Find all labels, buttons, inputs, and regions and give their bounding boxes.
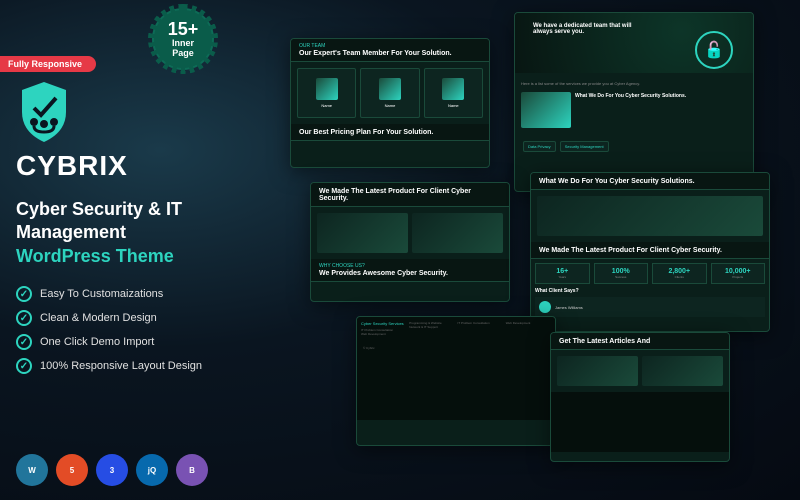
feature-item: Clean & Modern Design <box>16 310 286 326</box>
tagline-line-1: Cyber Security & IT <box>16 199 182 219</box>
section-title: Our Expert's Team Member For Your Soluti… <box>299 50 481 57</box>
testimonial: James Williams <box>535 297 765 317</box>
check-icon <box>16 358 32 374</box>
team-card: Name <box>360 68 419 118</box>
feature-list: Easy To Customaizations Clean & Modern D… <box>16 286 286 374</box>
bootstrap-icon: B <box>176 454 208 486</box>
mockup-area: We have a dedicated team that will alway… <box>290 12 790 492</box>
check-icon <box>16 310 32 326</box>
section-label: Our Team <box>299 43 481 49</box>
stat-box: 2,800+Clients <box>652 263 707 284</box>
hero-title: We have a dedicated team that will alway… <box>525 23 648 35</box>
footer-columns: Cyber Security Services IT Problem Consul… <box>357 317 555 340</box>
check-icon <box>16 286 32 302</box>
brand-name: CYBRIX <box>16 150 128 182</box>
image-placeholder <box>412 213 503 253</box>
tagline: Cyber Security & IT Management WordPress… <box>16 198 286 268</box>
stat-box: 16+Years <box>535 263 590 284</box>
shield-icon <box>16 80 72 146</box>
feature-text: Clean & Modern Design <box>40 312 157 324</box>
choose-label: Why Choose us? <box>319 263 501 269</box>
mockup-articles: Get The Latest Articles And <box>550 332 730 462</box>
stats-title: What We Do For You Cyber Security Soluti… <box>539 178 761 185</box>
mockup-hero: We have a dedicated team that will alway… <box>514 12 754 192</box>
stat-box: 100%Success <box>594 263 649 284</box>
feature-item: 100% Responsive Layout Design <box>16 358 286 374</box>
mockup-footer: Cyber Security Services IT Problem Consul… <box>356 316 556 446</box>
logo-area: CYBRIX <box>16 80 286 182</box>
pricing-title: Our Best Pricing Plan For Your Solution. <box>299 129 481 136</box>
feature-text: One Click Demo Import <box>40 336 154 348</box>
stat-number: 2,800+ <box>657 268 702 275</box>
image-placeholder <box>317 213 408 253</box>
stat-label: Success <box>599 275 644 279</box>
badge-text-2: Page <box>172 48 194 58</box>
feature-item: Easy To Customaizations <box>16 286 286 302</box>
check-icon <box>16 334 32 350</box>
stat-label: Projects <box>716 275 761 279</box>
left-panel: CYBRIX Cyber Security & IT Management Wo… <box>16 80 286 382</box>
tagline-line-2: Management <box>16 222 126 242</box>
lock-icon <box>695 31 733 69</box>
footer-col: Programming & WebsiteNetwork & IT Suppor… <box>409 321 454 336</box>
tagline-line-3: WordPress Theme <box>16 246 174 266</box>
footer-col: Web Development <box>506 321 551 336</box>
avatar-icon <box>539 301 551 313</box>
team-card: Name <box>297 68 356 118</box>
product-title: We Made The Latest Product For Client Cy… <box>319 188 501 202</box>
footer-heading: Cyber Security Services <box>361 321 406 326</box>
image-placeholder <box>537 196 763 236</box>
badge-text-1: Inner <box>172 38 194 48</box>
stat-label: Years <box>540 275 585 279</box>
stat-label: Clients <box>657 275 702 279</box>
team-card: Name <box>424 68 483 118</box>
image-placeholder <box>642 356 723 386</box>
testimonial-name: James Williams <box>555 305 583 310</box>
html5-icon: 5 <box>56 454 88 486</box>
wordpress-icon: W <box>16 454 48 486</box>
image-placeholder <box>557 356 638 386</box>
feature-text: Easy To Customaizations <box>40 288 163 300</box>
stat-number: 100% <box>599 268 644 275</box>
stat-number: 10,000+ <box>716 268 761 275</box>
hero-subtitle: Here is a list some of the services we p… <box>521 81 747 86</box>
articles-title: Get The Latest Articles And <box>559 338 721 345</box>
tech-icons: W 5 3 jQ B <box>16 454 208 486</box>
css3-icon: 3 <box>96 454 128 486</box>
jquery-icon: jQ <box>136 454 168 486</box>
stat-number: 16+ <box>540 268 585 275</box>
stats-title-2: We Made The Latest Product For Client Cy… <box>539 247 761 254</box>
feature-text: 100% Responsive Layout Design <box>40 360 202 372</box>
stat-box: 10,000+Projects <box>711 263 766 284</box>
footer-col: Cyber Security ServicesIT Problem Consul… <box>361 321 406 336</box>
choose-title: We Provides Awesome Cyber Security. <box>319 270 501 277</box>
mockup-team: Our TeamOur Expert's Team Member For You… <box>290 38 490 168</box>
service-pill: Security Management <box>560 141 609 152</box>
page-count-badge: 15+ Inner Page <box>152 8 214 70</box>
services-title: What We Do For You Cyber Security Soluti… <box>575 93 747 99</box>
feature-item: One Click Demo Import <box>16 334 286 350</box>
footer-col: IT Problem Consultation <box>458 321 503 336</box>
badge-number: 15+ <box>168 20 199 38</box>
mockup-product: We Made The Latest Product For Client Cy… <box>310 182 510 302</box>
service-pill: Data Privacy <box>523 141 556 152</box>
testimonial-label: What Client Says? <box>535 288 765 294</box>
responsive-badge: Fully Responsive <box>0 56 96 72</box>
mockup-stats: What We Do For You Cyber Security Soluti… <box>530 172 770 332</box>
